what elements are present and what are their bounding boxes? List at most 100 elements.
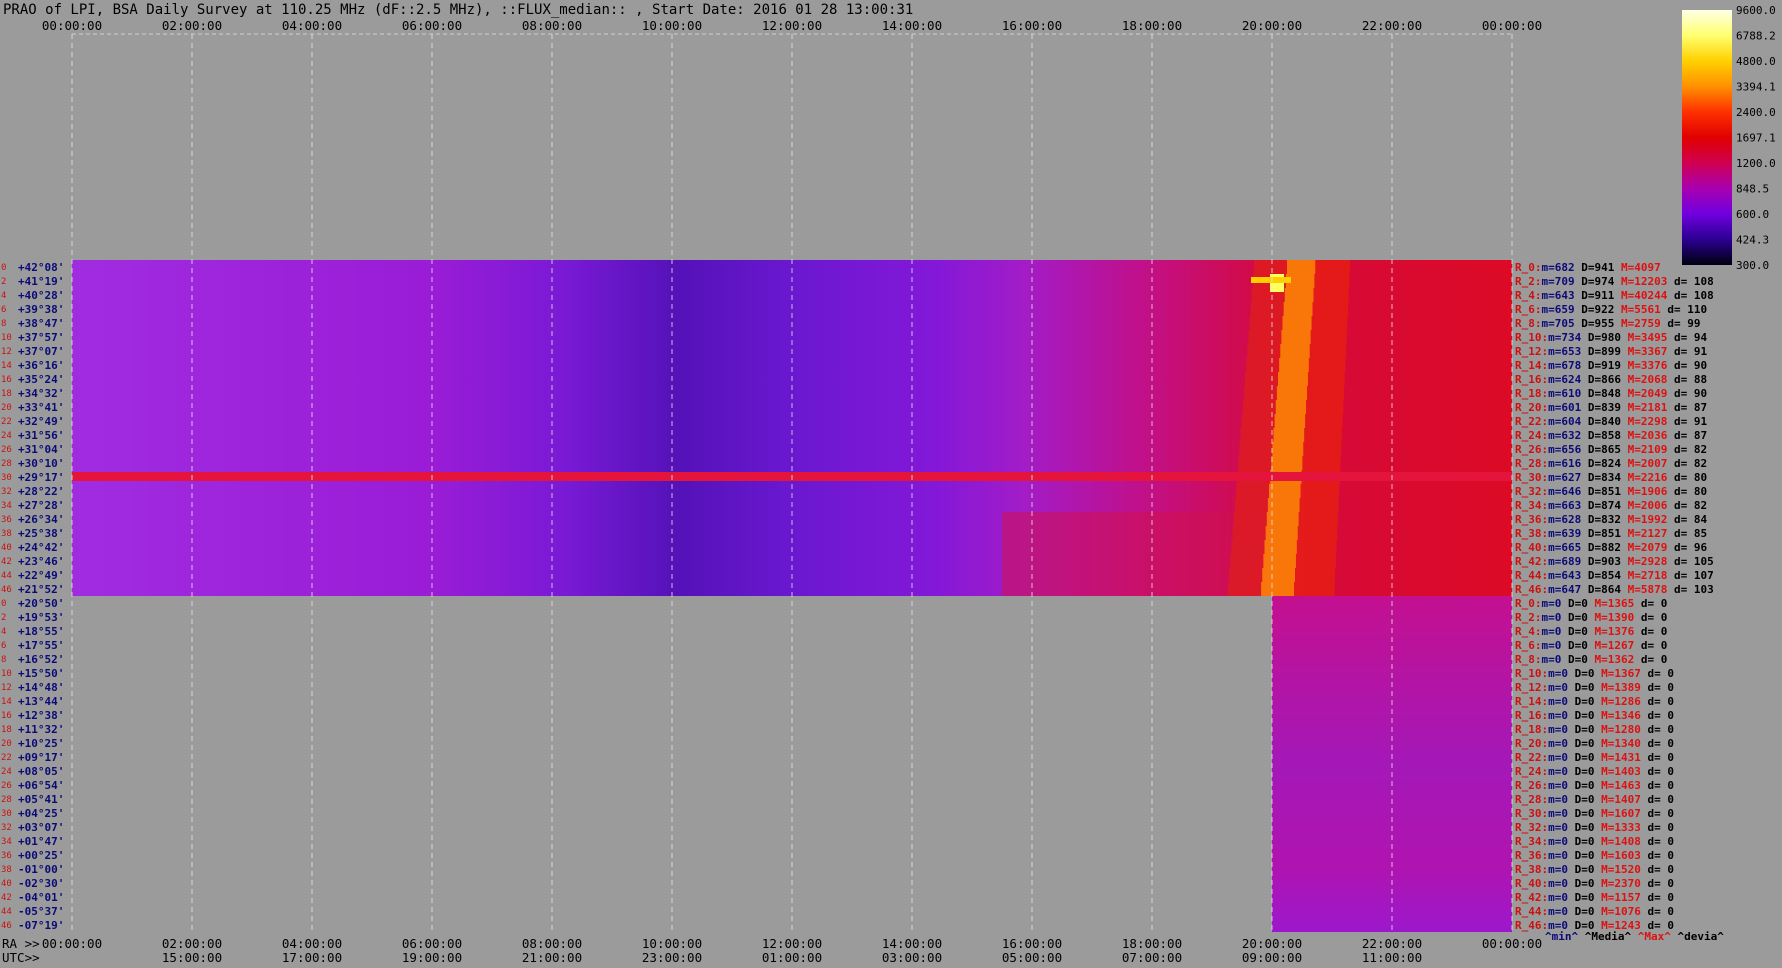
stat-row: R_4:m=0 D=0 M=1376 d= 0: [1515, 625, 1667, 638]
row-index: 14: [1, 361, 12, 371]
row-index: 38: [1, 865, 12, 875]
stat-row: R_14:m=0 D=0 M=1286 d= 0: [1515, 695, 1674, 708]
stat-value: D=919: [1581, 359, 1621, 372]
row-index: 28: [1, 459, 12, 469]
stat-value: D=854: [1581, 569, 1621, 582]
track-segment: [1230, 554, 1264, 568]
stat-row: R_20:m=0 D=0 M=1340 d= 0: [1515, 737, 1674, 750]
stat-value: m=0: [1542, 653, 1562, 666]
stat-value: m=0: [1548, 807, 1568, 820]
track-segment: [1262, 568, 1296, 582]
track-segment: [1250, 302, 1284, 316]
chart-canvas: 00:00:00 02:00:00 04:00:00 06:00:00 08:00:00…: [1, 4, 1776, 965]
row-index: 4: [1, 627, 6, 637]
stat-value: D=0: [1568, 723, 1595, 736]
stat-value: R_26:: [1515, 779, 1548, 792]
row-index: 22: [1, 753, 12, 763]
stat-value: D=832: [1581, 513, 1621, 526]
declination-label: +32°49': [18, 415, 64, 428]
stat-value: M=3495: [1621, 331, 1667, 344]
stat-value: d= 0: [1641, 779, 1674, 792]
stat-value: R_24:: [1515, 429, 1548, 442]
stat-value: D=0: [1561, 639, 1588, 652]
stat-value: R_14:: [1515, 359, 1548, 372]
declination-label: +25°38': [18, 527, 64, 540]
ra-tick-bottom: 00:00:00: [1482, 936, 1542, 951]
stat-value: R_28:: [1515, 793, 1548, 806]
stat-row: R_18:m=0 D=0 M=1280 d= 0: [1515, 723, 1674, 736]
stat-value: M=2006: [1621, 499, 1668, 512]
track-segment: [1304, 428, 1342, 442]
stat-value: R_16:: [1515, 373, 1548, 386]
stat-value: M=2370: [1595, 877, 1641, 890]
stat-value: D=0: [1568, 891, 1595, 904]
track-segment: [1278, 372, 1308, 386]
stat-value: d= 0: [1641, 891, 1674, 904]
stat-value: d= 0: [1641, 765, 1674, 778]
ra-tick-bottom: 00:00:00: [42, 936, 102, 951]
declination-label: +10°25': [18, 737, 64, 750]
declination-label: +20°50': [18, 597, 64, 610]
declination-label: +30°10': [18, 457, 64, 470]
stat-value: M=1376: [1588, 625, 1635, 638]
track-segment: [1281, 330, 1311, 344]
stat-value: R_34:: [1515, 499, 1548, 512]
stat-value: M=1906: [1621, 485, 1668, 498]
track-segment: [1272, 442, 1304, 456]
stat-value: M=2718: [1621, 569, 1667, 582]
row-index: 32: [1, 487, 12, 497]
row-index: 42: [1, 893, 12, 903]
stat-row: R_16:m=0 D=0 M=1346 d= 0: [1515, 709, 1674, 722]
stat-row: R_0:m=682 D=941 M=4097: [1515, 261, 1661, 274]
stat-value: m=627: [1548, 471, 1581, 484]
stat-value: R_2:: [1515, 275, 1542, 288]
stat-value: D=0: [1568, 681, 1595, 694]
stat-value: R_42:: [1515, 555, 1548, 568]
stat-value: m=656: [1548, 443, 1581, 456]
utc-tick: 07:00:00: [1122, 950, 1182, 965]
stat-value: R_30:: [1515, 471, 1548, 484]
stat-value: d= 82: [1667, 457, 1707, 470]
declination-label: +40°28': [18, 289, 64, 302]
stat-row: R_44:m=643 D=854 M=2718 d= 107: [1515, 569, 1714, 582]
stat-value: R_28:: [1515, 457, 1548, 470]
stat-value: m=0: [1548, 737, 1568, 750]
declination-label: +14°48': [18, 681, 64, 694]
stat-value: D=922: [1575, 303, 1615, 316]
track-segment: [1306, 400, 1344, 414]
stat-value: D=865: [1581, 443, 1621, 456]
ra-tick-bottom: 14:00:00: [882, 936, 942, 951]
stat-row: R_2:m=0 D=0 M=1390 d= 0: [1515, 611, 1667, 624]
stat-value: D=0: [1568, 807, 1595, 820]
ra-axis-label: RA >>: [2, 936, 40, 951]
row-index: 34: [1, 837, 12, 847]
row-index: 12: [1, 683, 12, 693]
row-index: 0: [1, 599, 6, 609]
stat-value: R_32:: [1515, 821, 1548, 834]
ra-tick-top: 00:00:00: [42, 18, 102, 33]
track-segment: [1279, 358, 1309, 372]
ra-tick-bottom: 08:00:00: [522, 936, 582, 951]
declination-label: +01°47': [18, 835, 64, 848]
stat-value: d= 82: [1667, 499, 1707, 512]
stat-value: M=1346: [1595, 709, 1642, 722]
stat-value: d= 80: [1667, 485, 1707, 498]
utc-tick: 03:00:00: [882, 950, 942, 965]
declination-label: +12°38': [18, 709, 64, 722]
stat-value: d= 0: [1641, 877, 1674, 890]
stat-value: m=653: [1548, 345, 1581, 358]
stat-value: R_2:: [1515, 611, 1542, 624]
colorbar-tick: 1200.0: [1736, 157, 1776, 170]
stat-row: R_34:m=663 D=874 M=2006 d= 82: [1515, 499, 1707, 512]
row-index: 42: [1, 557, 12, 567]
declination-label: +21°52': [18, 583, 64, 596]
stat-value: D=858: [1581, 429, 1621, 442]
stat-value: d= 84: [1667, 513, 1707, 526]
ra-tick-bottom: 16:00:00: [1002, 936, 1062, 951]
stat-row: R_10:m=0 D=0 M=1367 d= 0: [1515, 667, 1674, 680]
track-segment: [1305, 414, 1343, 428]
stat-value: m=0: [1548, 793, 1568, 806]
stat-row: R_20:m=601 D=839 M=2181 d= 87: [1515, 401, 1707, 414]
track-segment: [1267, 498, 1300, 512]
stat-value: D=941: [1575, 261, 1615, 274]
